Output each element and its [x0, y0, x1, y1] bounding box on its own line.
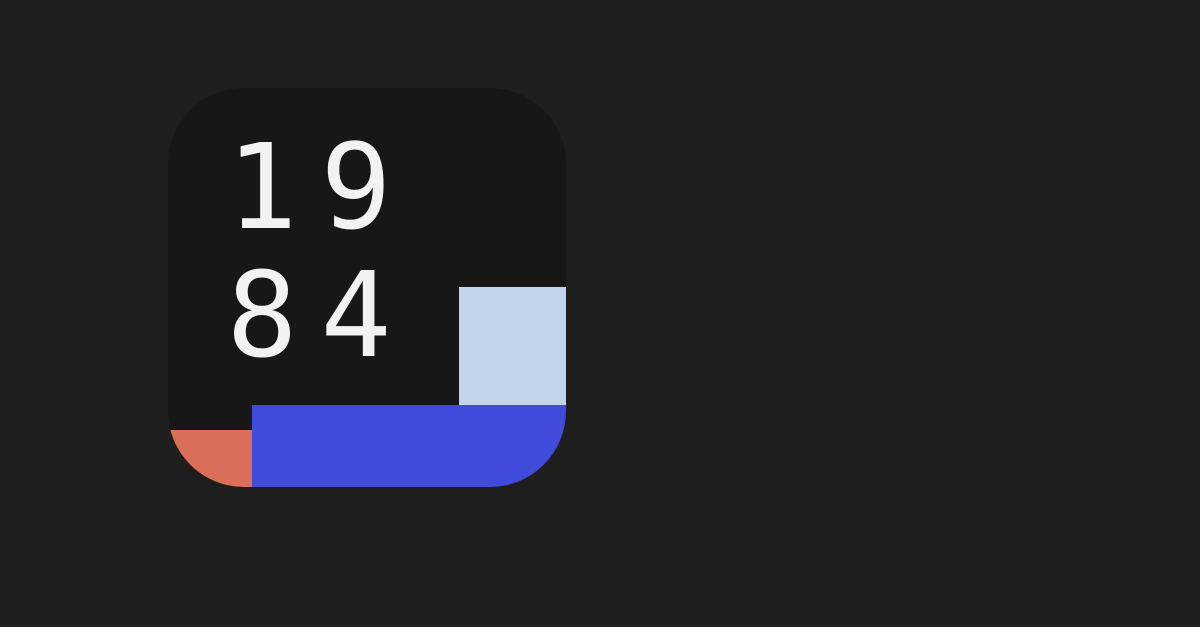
orange-block — [168, 430, 252, 487]
logo-digit-3: 8 — [226, 246, 298, 384]
light-blue-block — [459, 287, 566, 405]
logo-digit-1: 1 — [226, 118, 298, 256]
logo-digit-4: 4 — [320, 246, 392, 384]
blue-block — [252, 405, 566, 487]
banner-canvas: 1 9 8 4 — [0, 0, 1200, 627]
app-logo-icon: 1 9 8 4 — [168, 88, 566, 487]
logo-digit-2: 9 — [320, 118, 392, 256]
